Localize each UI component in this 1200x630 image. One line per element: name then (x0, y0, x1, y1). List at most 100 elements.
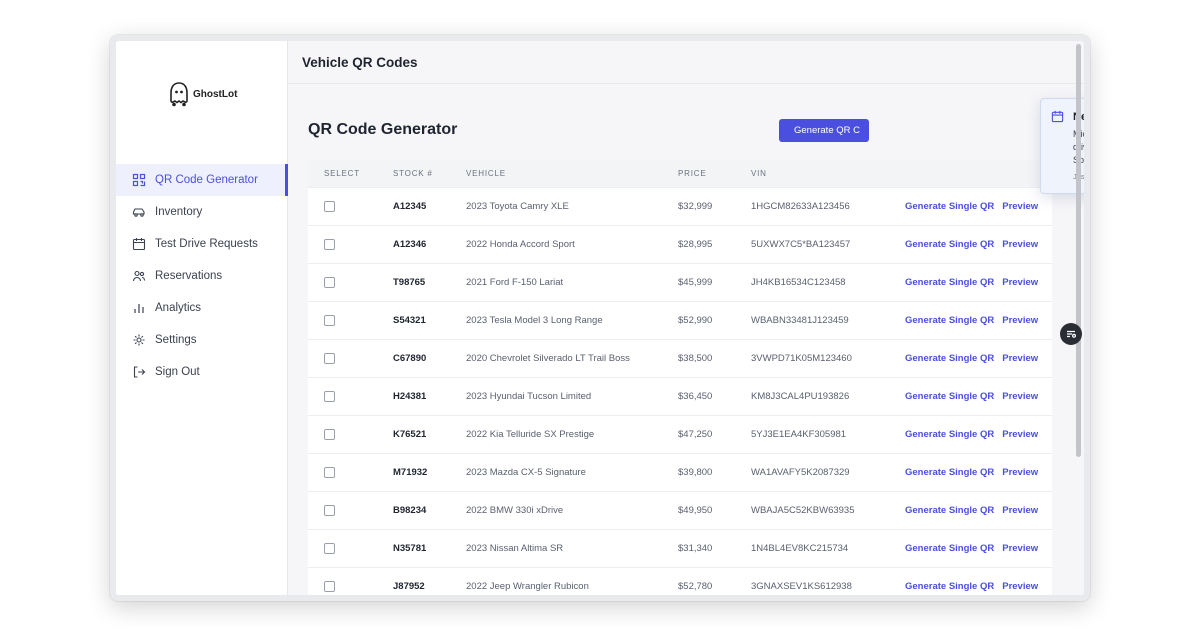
actions-cell: Generate Single QR Preview (905, 225, 1052, 264)
vehicle-price: $49,950 (678, 491, 751, 530)
preview-link[interactable]: Preview (1002, 315, 1038, 326)
table-row: B98234 2022 BMW 330i xDrive $49,950 WBAJA5C… (308, 491, 1052, 530)
row-checkbox[interactable] (324, 580, 335, 592)
actions-cell: Generate Single QR Preview (905, 567, 1052, 595)
actions-cell: Generate Single QR Preview (905, 187, 1052, 226)
column-header-vehicle: VEHICLE (466, 160, 678, 188)
sidebar-item-inventory[interactable]: Inventory (116, 196, 287, 228)
vehicle-vin: WBAJA5C52KBW63935 (751, 491, 905, 530)
generate-single-qr-link[interactable]: Generate Single QR (905, 315, 994, 326)
bar-chart-icon (132, 301, 146, 315)
vehicle-vin: 5YJ3E1EA4KF305981 (751, 415, 905, 454)
sidebar-item-sign-out[interactable]: Sign Out (116, 356, 287, 388)
select-cell (308, 491, 393, 530)
sidebar-item-settings[interactable]: Settings (116, 324, 287, 356)
vehicle-vin: 3VWPD71K05M123460 (751, 339, 905, 378)
vehicle-vin: 1HGCM82633A123456 (751, 187, 905, 226)
row-checkbox[interactable] (324, 428, 335, 440)
vehicle-name: 2023 Nissan Altima SR (466, 529, 678, 568)
preview-link[interactable]: Preview (1002, 391, 1038, 402)
vehicle-name: 2023 Tesla Model 3 Long Range (466, 301, 678, 340)
column-header-actions (905, 160, 1052, 188)
vehicle-vin: WA1AVAFY5K2087329 (751, 453, 905, 492)
stock-number: H24381 (393, 377, 466, 416)
generate-single-qr-link[interactable]: Generate Single QR (905, 543, 994, 554)
preview-link[interactable]: Preview (1002, 467, 1038, 478)
vehicle-price: $45,999 (678, 263, 751, 302)
actions-cell: Generate Single QR Preview (905, 339, 1052, 378)
preview-link[interactable]: Preview (1002, 543, 1038, 554)
vehicle-price: $52,780 (678, 567, 751, 595)
stock-number: J87952 (393, 567, 466, 595)
sidebar-nav: QR Code Generator Inventory Test Drive R… (116, 164, 288, 388)
generate-single-qr-link[interactable]: Generate Single QR (905, 429, 994, 440)
floating-widget-button[interactable] (1060, 323, 1082, 345)
vehicle-vin: 3GNAXSEV1KS612938 (751, 567, 905, 595)
vehicle-price: $36,450 (678, 377, 751, 416)
generate-single-qr-link[interactable]: Generate Single QR (905, 581, 994, 592)
scrollbar[interactable] (1076, 44, 1081, 457)
stock-number: K76521 (393, 415, 466, 454)
vehicle-price: $39,800 (678, 453, 751, 492)
vehicle-vin: WBABN33481J123459 (751, 301, 905, 340)
preview-link[interactable]: Preview (1002, 239, 1038, 250)
generate-qr-codes-button[interactable]: Generate QR C (779, 119, 869, 142)
sidebar-item-test-drive-requests[interactable]: Test Drive Requests (116, 228, 287, 260)
logo: GhostLot (168, 81, 237, 107)
calendar-icon (132, 237, 146, 251)
sidebar-item-reservations[interactable]: Reservations (116, 260, 287, 292)
stock-number: A12345 (393, 187, 466, 226)
calendar-icon (1051, 110, 1064, 128)
generate-single-qr-link[interactable]: Generate Single QR (905, 201, 994, 212)
sidebar-item-analytics[interactable]: Analytics (116, 292, 287, 324)
generate-single-qr-link[interactable]: Generate Single QR (905, 353, 994, 364)
sidebar-item-label: Test Drive Requests (155, 238, 258, 250)
preview-link[interactable]: Preview (1002, 201, 1038, 212)
row-checkbox[interactable] (324, 466, 335, 478)
row-checkbox[interactable] (324, 352, 335, 364)
row-checkbox[interactable] (324, 542, 335, 554)
actions-cell: Generate Single QR Preview (905, 453, 1052, 492)
row-checkbox[interactable] (324, 276, 335, 288)
stock-number: C67890 (393, 339, 466, 378)
sidebar-item-label: Analytics (155, 302, 202, 314)
row-checkbox[interactable] (324, 314, 335, 326)
sidebar-item-label: QR Code Generator (155, 174, 258, 186)
generate-single-qr-link[interactable]: Generate Single QR (905, 277, 994, 288)
sidebar: GhostLot QR Code Generator Inventory Tes… (116, 41, 288, 595)
preview-link[interactable]: Preview (1002, 581, 1038, 592)
generate-single-qr-link[interactable]: Generate Single QR (905, 467, 994, 478)
preview-link[interactable]: Preview (1002, 429, 1038, 440)
select-cell (308, 263, 393, 302)
select-cell (308, 339, 393, 378)
sidebar-item-label: Settings (155, 334, 197, 346)
sidebar-item-qr-code-generator[interactable]: QR Code Generator (116, 164, 288, 196)
stock-number: T98765 (393, 263, 466, 302)
generate-single-qr-link[interactable]: Generate Single QR (905, 505, 994, 516)
vehicle-name: 2022 Kia Telluride SX Prestige (466, 415, 678, 454)
preview-link[interactable]: Preview (1002, 353, 1038, 364)
preview-link[interactable]: Preview (1002, 505, 1038, 516)
sign-out-icon (132, 365, 146, 379)
row-checkbox[interactable] (324, 390, 335, 402)
table-row: J87952 2022 Jeep Wrangler Rubicon $52,780 3… (308, 567, 1052, 595)
section-title: QR Code Generator (308, 121, 458, 138)
row-checkbox[interactable] (324, 200, 335, 212)
row-checkbox[interactable] (324, 238, 335, 250)
actions-cell: Generate Single QR Preview (905, 529, 1052, 568)
logo-text: GhostLot (193, 88, 238, 100)
generate-single-qr-link[interactable]: Generate Single QR (905, 239, 994, 250)
table-row: K76521 2022 Kia Telluride SX Prestige $47,… (308, 415, 1052, 454)
row-checkbox[interactable] (324, 504, 335, 516)
vehicle-vin: 5UXWX7C5*BA123457 (751, 225, 905, 264)
app-window: GhostLot QR Code Generator Inventory Tes… (116, 41, 1084, 595)
table-row: H24381 2023 Hyundai Tucson Limited $36,450… (308, 377, 1052, 416)
generate-single-qr-link[interactable]: Generate Single QR (905, 391, 994, 402)
table-row: S54321 2023 Tesla Model 3 Long Range $52,9… (308, 301, 1052, 340)
preview-link[interactable]: Preview (1002, 277, 1038, 288)
filter-icon (1067, 330, 1076, 338)
select-cell (308, 415, 393, 454)
vehicle-name: 2023 Hyundai Tucson Limited (466, 377, 678, 416)
stock-number: A12346 (393, 225, 466, 264)
vehicle-table: SELECT STOCK # VEHICLE PRICE VIN A12345 2… (308, 160, 1052, 595)
